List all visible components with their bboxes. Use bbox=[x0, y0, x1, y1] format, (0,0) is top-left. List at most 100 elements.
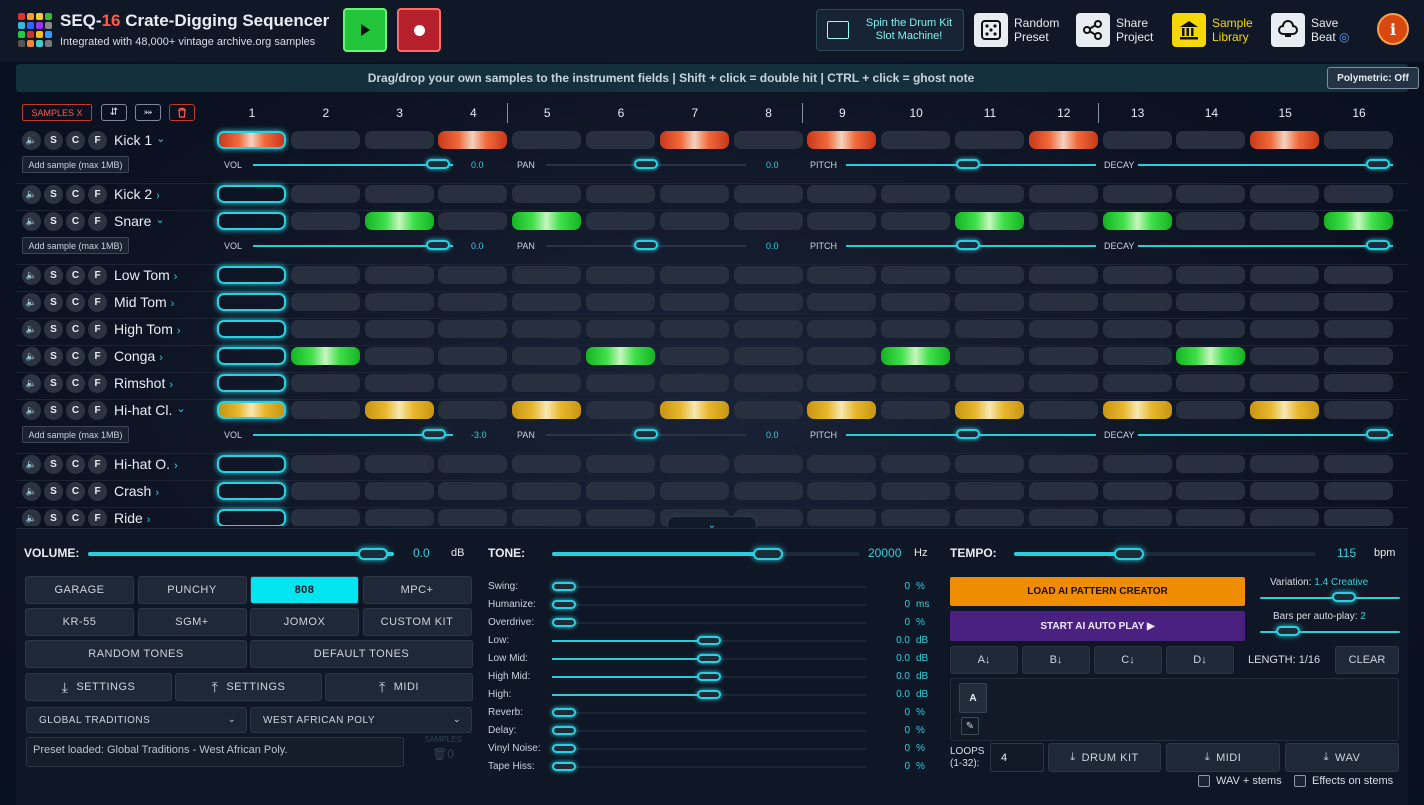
step-cell[interactable] bbox=[586, 212, 655, 230]
step-cell[interactable] bbox=[1324, 293, 1393, 311]
step-cell[interactable] bbox=[1324, 455, 1393, 473]
step-cell[interactable] bbox=[1176, 455, 1246, 473]
decay-slider-track[interactable] bbox=[1138, 245, 1393, 247]
step-cell[interactable] bbox=[1324, 374, 1393, 392]
kit-button[interactable]: JOMOX bbox=[250, 608, 359, 636]
step-cell[interactable] bbox=[955, 347, 1024, 365]
step-cell[interactable] bbox=[807, 185, 877, 203]
export-drum-kit-button[interactable]: ⤓ DRUM KIT bbox=[1048, 743, 1161, 772]
vol-slider-thumb[interactable] bbox=[426, 159, 450, 169]
step-cell[interactable] bbox=[881, 131, 951, 149]
step-cell[interactable] bbox=[881, 266, 951, 284]
step-cell[interactable] bbox=[1102, 293, 1172, 311]
export-midi-button[interactable]: ⤓ MIDI bbox=[1166, 743, 1280, 772]
step-cell[interactable] bbox=[1324, 266, 1393, 284]
genre-select[interactable]: GLOBAL TRADITIONS ⌄ bbox=[26, 707, 247, 733]
step-cell[interactable] bbox=[1102, 185, 1172, 203]
step-cell[interactable] bbox=[1102, 266, 1172, 284]
vol-slider-track[interactable] bbox=[253, 164, 453, 166]
solo-button[interactable]: S bbox=[44, 347, 63, 366]
step-cell[interactable] bbox=[1102, 455, 1172, 473]
pan-slider-thumb[interactable] bbox=[634, 240, 658, 250]
step-cell[interactable] bbox=[1324, 212, 1393, 230]
step-cell[interactable] bbox=[290, 320, 360, 338]
speaker-icon[interactable]: 🔈 bbox=[22, 320, 41, 339]
fill-button[interactable]: F bbox=[88, 455, 107, 474]
chevron-right-icon[interactable]: › bbox=[174, 271, 178, 283]
export-wav-button[interactable]: ⤓ WAV bbox=[1285, 743, 1399, 772]
step-cell[interactable] bbox=[512, 320, 582, 338]
step-cell[interactable] bbox=[512, 455, 582, 473]
track-name[interactable]: Low Tom › bbox=[114, 267, 177, 283]
pattern-button[interactable]: A↓ bbox=[950, 646, 1018, 674]
step-cell[interactable] bbox=[1250, 320, 1320, 338]
step-cell[interactable] bbox=[659, 482, 729, 500]
slot-machine-button[interactable]: Spin the Drum Kit Slot Machine! bbox=[816, 9, 964, 51]
step-cell[interactable] bbox=[364, 401, 434, 419]
step-cell[interactable] bbox=[512, 482, 582, 500]
step-cell[interactable] bbox=[807, 374, 877, 392]
speaker-icon[interactable]: 🔈 bbox=[22, 185, 41, 204]
step-cell[interactable] bbox=[733, 482, 803, 500]
step-cell[interactable] bbox=[881, 455, 951, 473]
effects-stems-checkbox[interactable] bbox=[1294, 775, 1306, 787]
track-name[interactable]: Ride › bbox=[114, 510, 150, 526]
step-cell[interactable] bbox=[512, 509, 582, 526]
step-cell[interactable] bbox=[1250, 482, 1320, 500]
tone-param-thumb[interactable] bbox=[552, 744, 576, 753]
step-cell[interactable] bbox=[1102, 131, 1172, 149]
chevron-right-icon[interactable]: › bbox=[177, 325, 181, 337]
step-cell[interactable] bbox=[1176, 266, 1246, 284]
step-cell[interactable] bbox=[733, 401, 803, 419]
vol-slider-thumb[interactable] bbox=[426, 240, 450, 250]
fill-button[interactable]: F bbox=[88, 266, 107, 285]
step-cell[interactable] bbox=[733, 185, 803, 203]
speaker-icon[interactable]: 🔈 bbox=[22, 482, 41, 501]
step-cell[interactable] bbox=[290, 185, 360, 203]
kit-button[interactable]: KR-55 bbox=[25, 608, 134, 636]
step-cell[interactable] bbox=[290, 347, 360, 365]
fill-button[interactable]: F bbox=[88, 131, 107, 150]
solo-button[interactable]: S bbox=[44, 293, 63, 312]
decay-slider-track[interactable] bbox=[1138, 164, 1393, 166]
step-cell[interactable] bbox=[733, 266, 803, 284]
loops-input[interactable]: 4 bbox=[990, 743, 1044, 772]
step-cell[interactable] bbox=[1176, 131, 1246, 149]
step-cell[interactable] bbox=[364, 374, 434, 392]
step-cell[interactable] bbox=[217, 185, 286, 203]
step-cell[interactable] bbox=[1176, 347, 1246, 365]
step-cell[interactable] bbox=[1250, 401, 1320, 419]
step-cell[interactable] bbox=[364, 131, 434, 149]
step-cell[interactable] bbox=[1250, 374, 1320, 392]
add-sample-button[interactable]: Add sample (max 1MB) bbox=[22, 426, 129, 443]
pattern-button[interactable]: D↓ bbox=[1166, 646, 1234, 674]
step-cell[interactable] bbox=[290, 509, 360, 526]
tone-param-thumb[interactable] bbox=[552, 582, 576, 591]
track-name[interactable]: Hi-hat Cl. ⌄ bbox=[114, 402, 186, 418]
step-cell[interactable] bbox=[955, 374, 1024, 392]
step-cell[interactable] bbox=[1250, 266, 1320, 284]
play-button[interactable] bbox=[343, 8, 387, 52]
step-cell[interactable] bbox=[217, 347, 286, 365]
step-cell[interactable] bbox=[881, 320, 951, 338]
copy-button[interactable]: C bbox=[66, 401, 85, 420]
default-tones-button[interactable]: DEFAULT TONES bbox=[250, 640, 473, 668]
tone-param-thumb[interactable] bbox=[697, 636, 721, 645]
step-cell[interactable] bbox=[1176, 482, 1246, 500]
step-cell[interactable] bbox=[290, 293, 360, 311]
step-cell[interactable] bbox=[1324, 347, 1393, 365]
step-cell[interactable] bbox=[1176, 401, 1246, 419]
step-cell[interactable] bbox=[1250, 509, 1320, 526]
step-cell[interactable] bbox=[290, 374, 360, 392]
copy-button[interactable]: C bbox=[66, 347, 85, 366]
step-cell[interactable] bbox=[807, 509, 877, 526]
step-cell[interactable] bbox=[217, 293, 286, 311]
step-cell[interactable] bbox=[364, 266, 434, 284]
pattern-button[interactable]: C↓ bbox=[1094, 646, 1162, 674]
track-name[interactable]: Conga › bbox=[114, 348, 163, 364]
step-cell[interactable] bbox=[733, 212, 803, 230]
step-cell[interactable] bbox=[438, 131, 508, 149]
step-cell[interactable] bbox=[659, 293, 729, 311]
copy-button[interactable]: C bbox=[66, 131, 85, 150]
step-cell[interactable] bbox=[217, 401, 286, 419]
